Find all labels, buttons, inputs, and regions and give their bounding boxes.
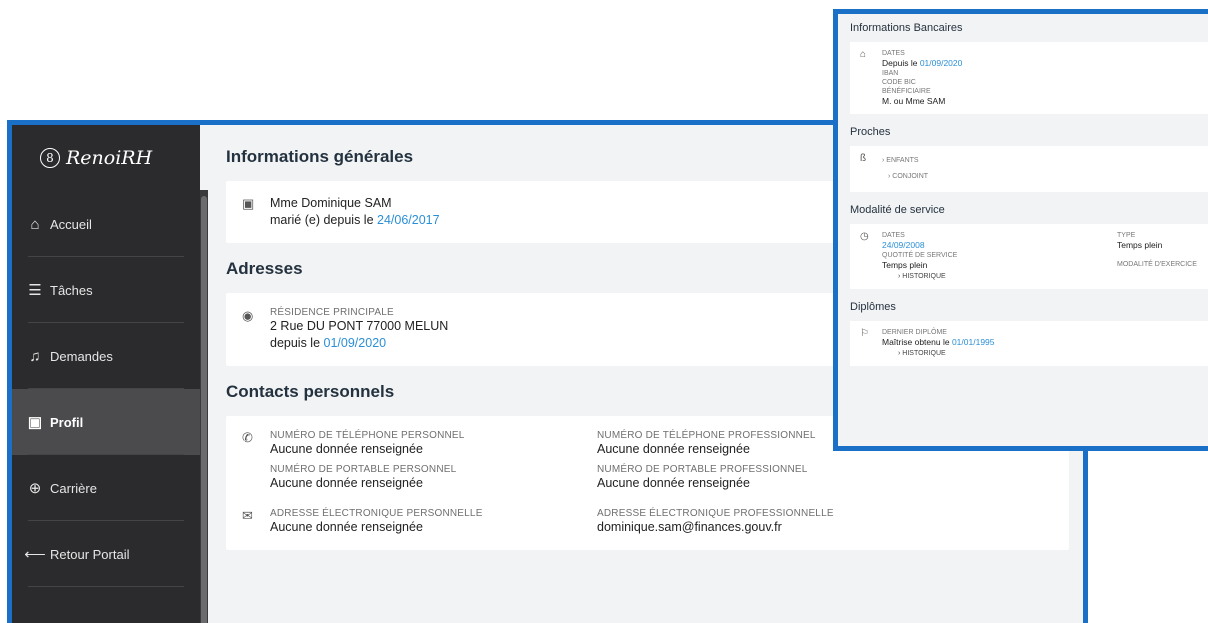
- person-card-icon: ▣: [242, 196, 255, 211]
- diplomas-card: ⚐ DERNIER DIPLÔME Maîtrise obtenu le 01/…: [850, 321, 1208, 366]
- iban-label: IBAN: [882, 70, 899, 77]
- last-diploma-value: Maîtrise obtenu le 01/01/1995: [882, 337, 995, 348]
- phone-icon: ✆: [242, 430, 253, 445]
- last-diploma-label: DERNIER DIPLÔME: [882, 329, 947, 336]
- service-dates-label: DATES: [882, 232, 905, 239]
- service-history-label: HISTORIQUE: [902, 273, 946, 280]
- bank-dates-prefix: Depuis le: [882, 58, 918, 68]
- address-since: depuis le 01/09/2020: [270, 335, 448, 352]
- tasks-icon: ☰: [28, 282, 42, 299]
- beneficiary-label: BÉNÉFICIAIRE: [882, 88, 931, 95]
- sidebar-item-carriere[interactable]: ⊕ Carrière: [12, 455, 200, 521]
- person-name: Mme Dominique SAM: [270, 196, 392, 210]
- screenshot-stage: 8 RenoiRH ⌂ Accueil ☰ Tâches ♫ Demandes …: [0, 0, 1208, 623]
- logo-icon: 8: [40, 148, 60, 168]
- people-icon: ß: [860, 153, 867, 164]
- beneficiary-value: M. ou Mme SAM: [882, 96, 946, 106]
- home-icon: ⌂: [30, 215, 40, 233]
- clock-icon: ◷: [860, 231, 869, 242]
- sidebar-item-accueil[interactable]: ⌂ Accueil: [12, 191, 200, 257]
- sidebar-item-retour-portail[interactable]: ⟵ Retour Portail: [12, 521, 200, 587]
- personal-mobile-label: NUMÉRO DE PORTABLE PERSONNEL: [270, 464, 457, 475]
- relatives-card: ß › ENFANTS › CONJOINT: [850, 146, 1208, 192]
- sidebar-item-label: Carrière: [50, 480, 97, 496]
- bank-info-title: Informations Bancaires: [850, 22, 963, 34]
- marital-status: marié (e) depuis le 24/06/2017: [270, 212, 440, 229]
- address-since-date: 01/09/2020: [323, 336, 387, 350]
- service-card: ◷ DATES 24/09/2008 QUOTITÉ DE SERVICE Te…: [850, 224, 1208, 289]
- quotity-label: QUOTITÉ DE SERVICE: [882, 252, 958, 259]
- pro-email-label: ADRESSE ÉLECTRONIQUE PROFESSIONNELLE: [597, 508, 834, 519]
- spouse-link[interactable]: › CONJOINT: [882, 169, 928, 185]
- personal-phone-label: NUMÉRO DE TÉLÉPHONE PERSONNEL: [270, 430, 465, 441]
- sidebar: 8 RenoiRH ⌂ Accueil ☰ Tâches ♫ Demandes …: [12, 125, 200, 623]
- marital-status-prefix: marié (e) depuis le: [270, 213, 374, 227]
- sidebar-item-label: Profil: [50, 414, 84, 430]
- diplomas-title: Diplômes: [850, 301, 896, 313]
- address-line: 2 Rue DU PONT 77000 MELUN: [270, 319, 449, 333]
- sidebar-item-label: Retour Portail: [50, 546, 130, 562]
- bell-icon: ♫: [29, 347, 41, 365]
- exercise-label: MODALITÉ D'EXERCICE: [1117, 261, 1197, 268]
- address-type-label: RÉSIDENCE PRINCIPALE: [270, 307, 394, 318]
- children-link[interactable]: › ENFANTS: [882, 153, 928, 169]
- diploma-history-label: HISTORIQUE: [902, 350, 946, 357]
- bic-label: CODE BIC: [882, 79, 916, 86]
- diploma-history-link[interactable]: › HISTORIQUE: [882, 348, 995, 359]
- bank-dates-label: DATES: [882, 50, 905, 57]
- service-history-link[interactable]: › HISTORIQUE: [882, 271, 1107, 282]
- service-title: Modalité de service: [850, 204, 945, 216]
- personal-phone-value: Aucune donnée renseignée: [270, 442, 423, 456]
- quotity-value: Temps plein: [882, 260, 928, 270]
- spouse-label: CONJOINT: [892, 173, 929, 180]
- type-value: Temps plein: [1117, 240, 1163, 250]
- type-label: TYPE: [1117, 232, 1136, 239]
- last-diploma-prefix: Maîtrise obtenu le: [882, 337, 950, 347]
- location-pin-icon: ◉: [242, 308, 254, 323]
- sidebar-item-profil[interactable]: ▣ Profil: [12, 389, 200, 455]
- personal-mobile-value: Aucune donnée renseignée: [270, 476, 423, 490]
- pro-mobile-value: Aucune donnée renseignée: [597, 476, 750, 490]
- sidebar-item-demandes[interactable]: ♫ Demandes: [12, 323, 200, 389]
- sidebar-item-taches[interactable]: ☰ Tâches: [12, 257, 200, 323]
- personal-email-label: ADRESSE ÉLECTRONIQUE PERSONNELLE: [270, 508, 483, 519]
- sidebar-item-label: Accueil: [50, 216, 92, 232]
- bank-dates-value: Depuis le 01/09/2020: [882, 58, 962, 69]
- bank-dates-date: 01/09/2020: [919, 58, 963, 68]
- last-diploma-date: 01/01/1995: [951, 337, 995, 347]
- address-since-prefix: depuis le: [270, 336, 321, 350]
- sidebar-item-label: Tâches: [50, 282, 93, 298]
- bank-icon: ⌂: [860, 49, 867, 60]
- marital-status-date: 24/06/2017: [377, 213, 440, 227]
- email-icon: ✉: [242, 508, 253, 523]
- bank-info-card: ⌂ DATES Depuis le 01/09/2020 IBAN CODE B…: [850, 42, 1208, 114]
- career-icon: ⊕: [28, 480, 42, 497]
- pro-email-value[interactable]: dominique.sam@finances.gouv.fr: [597, 519, 1053, 536]
- service-dates-value: 24/09/2008: [882, 240, 925, 250]
- pro-mobile-label: NUMÉRO DE PORTABLE PROFESSIONNEL: [597, 464, 808, 475]
- relatives-title: Proches: [850, 126, 891, 138]
- sidebar-item-label: Demandes: [50, 348, 113, 364]
- diploma-icon: ⚐: [860, 328, 869, 339]
- logo-text: RenoiRH: [66, 147, 153, 169]
- arrow-left-icon: ⟵: [24, 546, 46, 563]
- logo[interactable]: 8 RenoiRH: [12, 125, 200, 191]
- children-label: ENFANTS: [886, 157, 919, 164]
- personal-email-value: Aucune donnée renseignée: [270, 520, 423, 534]
- profile-icon: ▣: [27, 414, 43, 431]
- inset-panel: Informations Bancaires ⌂ DATES Depuis le…: [833, 9, 1208, 451]
